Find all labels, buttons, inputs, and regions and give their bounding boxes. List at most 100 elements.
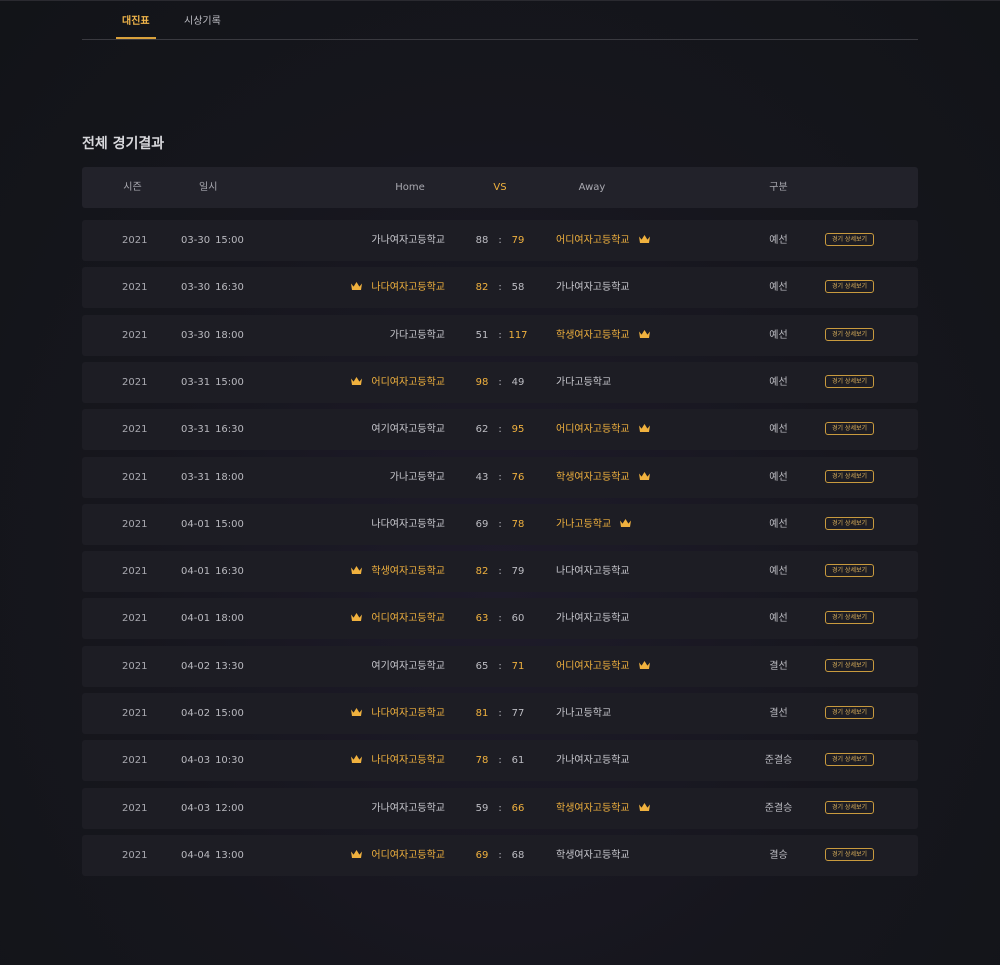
home-team: 어디여자고등학교 bbox=[312, 362, 445, 403]
home-team: 가나여자고등학교 bbox=[312, 788, 445, 829]
team-name: 가나여자고등학교 bbox=[371, 802, 445, 814]
home-score: 65 bbox=[475, 660, 489, 672]
table-row: 2021 04-04 13:00 어디여자고등학교 69:68 학생여자고등학교 결승 경기 … bbox=[82, 834, 918, 876]
score-separator: : bbox=[498, 708, 502, 719]
match-detail-button[interactable]: 경기 상세보기 bbox=[825, 706, 874, 719]
away-score: 77 bbox=[511, 708, 525, 719]
table-row: 2021 04-02 15:00 나다여자고등학교 81:77 가나고등학교 결선 경기 상세… bbox=[82, 693, 918, 734]
crown-icon bbox=[638, 316, 651, 338]
score-separator: : bbox=[498, 376, 502, 388]
home-score: 51 bbox=[475, 329, 489, 341]
score-separator: : bbox=[498, 802, 502, 814]
date-day: 04-03 bbox=[181, 755, 211, 767]
team-name: 가나여자고등학교 bbox=[371, 235, 445, 246]
team-name: 여기여자고등학교 bbox=[371, 424, 445, 436]
team-name: 나다여자고등학교 bbox=[371, 755, 445, 767]
home-score: 82 bbox=[475, 282, 489, 294]
round-type: 예선 bbox=[769, 424, 788, 436]
home-team: 학생여자고등학교 bbox=[312, 551, 445, 592]
table-header: 시즌 일시 Home VS Away 구분 bbox=[82, 167, 918, 208]
score-separator: : bbox=[498, 471, 502, 483]
table-row: 2021 04-03 10:30 나다여자고등학교 78:61 가나여자고등학교 준결승 경기… bbox=[82, 740, 918, 782]
score-separator: : bbox=[498, 849, 502, 861]
score-separator: : bbox=[498, 566, 502, 578]
match-detail-button[interactable]: 경기 상세보기 bbox=[825, 516, 874, 530]
home-score: 62 bbox=[475, 424, 489, 436]
round-type: 준결승 bbox=[764, 755, 793, 767]
match-detail-button[interactable]: 경기 상세보기 bbox=[825, 847, 874, 861]
match-detail-button[interactable]: 경기 상세보기 bbox=[825, 753, 874, 767]
away-score: 58 bbox=[511, 282, 525, 294]
match-detail-button[interactable]: 경기 상세보기 bbox=[825, 327, 874, 341]
match-detail-button[interactable]: 경기 상세보기 bbox=[825, 280, 874, 294]
away-score: 79 bbox=[511, 235, 525, 246]
team-name: 학생여자고등학교 bbox=[556, 802, 630, 814]
tab-bracket[interactable]: 대진표 bbox=[116, 0, 156, 39]
home-team: 나다여자고등학교 bbox=[312, 504, 445, 545]
match-detail-button[interactable]: 경기 상세보기 bbox=[825, 611, 874, 625]
date-time: 15:00 bbox=[215, 708, 244, 719]
date-day: 03-30 bbox=[181, 282, 211, 294]
date-day: 04-02 bbox=[181, 660, 211, 672]
team-name: 가나고등학교 bbox=[556, 708, 612, 719]
away-team: 가나여자고등학교 bbox=[556, 267, 706, 308]
date-day: 04-01 bbox=[181, 566, 211, 578]
team-name: 가다고등학교 bbox=[389, 329, 445, 341]
match-detail-button[interactable]: 경기 상세보기 bbox=[825, 469, 874, 483]
date-day: 04-01 bbox=[181, 518, 211, 530]
home-score: 88 bbox=[475, 235, 489, 246]
away-score: 79 bbox=[511, 566, 525, 578]
table-row: 2021 03-30 16:30 나다여자고등학교 82:58 가나여자고등학교 예선 경기 … bbox=[82, 267, 918, 309]
score-separator: : bbox=[498, 235, 502, 246]
score-separator: : bbox=[498, 613, 502, 625]
away-team: 어디여자고등학교 bbox=[556, 646, 706, 687]
table-row: 2021 04-01 15:00 나다여자고등학교 69:78 가나고등학교 예선 경기 상세… bbox=[82, 503, 918, 545]
season-cell: 2021 bbox=[122, 235, 148, 246]
home-score: 59 bbox=[475, 802, 489, 814]
score-separator: : bbox=[498, 660, 502, 672]
date-time: 18:00 bbox=[215, 329, 244, 341]
header-home: Home bbox=[395, 182, 425, 193]
away-team: 가나고등학교 bbox=[556, 504, 706, 545]
away-score: 78 bbox=[511, 518, 525, 530]
table-row: 2021 03-31 16:30 여기여자고등학교 62:95 어디여자고등학교 예선 경기 … bbox=[82, 409, 918, 451]
crown-icon bbox=[638, 221, 651, 243]
table-row: 2021 03-31 15:00 어디여자고등학교 98:49 가다고등학교 예선 경기 상세… bbox=[82, 361, 918, 403]
date-day: 04-01 bbox=[181, 613, 211, 625]
round-type: 예선 bbox=[769, 613, 788, 625]
home-team: 나다여자고등학교 bbox=[312, 267, 445, 308]
away-team: 가다고등학교 bbox=[556, 362, 706, 403]
date-cell: 04-01 15:00 bbox=[181, 504, 244, 545]
away-score: 117 bbox=[508, 329, 528, 341]
match-detail-button[interactable]: 경기 상세보기 bbox=[825, 422, 874, 436]
match-detail-button[interactable]: 경기 상세보기 bbox=[825, 800, 874, 814]
team-name: 가나여자고등학교 bbox=[556, 755, 630, 767]
header-season: 시즌 bbox=[123, 182, 142, 193]
away-score: 95 bbox=[511, 424, 525, 436]
date-day: 04-02 bbox=[181, 708, 211, 719]
crown-icon bbox=[638, 410, 651, 433]
match-detail-button[interactable]: 경기 상세보기 bbox=[825, 374, 874, 388]
team-name: 어디여자고등학교 bbox=[371, 613, 445, 625]
season-cell: 2021 bbox=[122, 613, 148, 625]
team-name: 가나고등학교 bbox=[389, 471, 445, 483]
tab-awards[interactable]: 시상기록 bbox=[184, 0, 221, 38]
header-type: 구분 bbox=[769, 182, 788, 193]
away-score: 61 bbox=[511, 755, 525, 767]
date-time: 18:00 bbox=[215, 471, 244, 483]
season-cell: 2021 bbox=[122, 518, 148, 530]
away-team: 어디여자고등학교 bbox=[556, 220, 706, 261]
match-detail-button[interactable]: 경기 상세보기 bbox=[825, 233, 874, 246]
header-vs: VS bbox=[493, 182, 507, 193]
match-detail-button[interactable]: 경기 상세보기 bbox=[825, 658, 874, 672]
crown-icon bbox=[638, 789, 651, 811]
crown-icon bbox=[350, 268, 363, 291]
match-detail-button[interactable]: 경기 상세보기 bbox=[825, 564, 874, 578]
round-type: 결선 bbox=[769, 708, 788, 719]
round-type: 준결승 bbox=[764, 802, 793, 814]
team-name: 어디여자고등학교 bbox=[556, 660, 630, 672]
crown-icon bbox=[619, 505, 632, 527]
date-time: 13:30 bbox=[215, 660, 244, 672]
team-name: 나다여자고등학교 bbox=[371, 518, 445, 530]
season-cell: 2021 bbox=[122, 802, 148, 814]
